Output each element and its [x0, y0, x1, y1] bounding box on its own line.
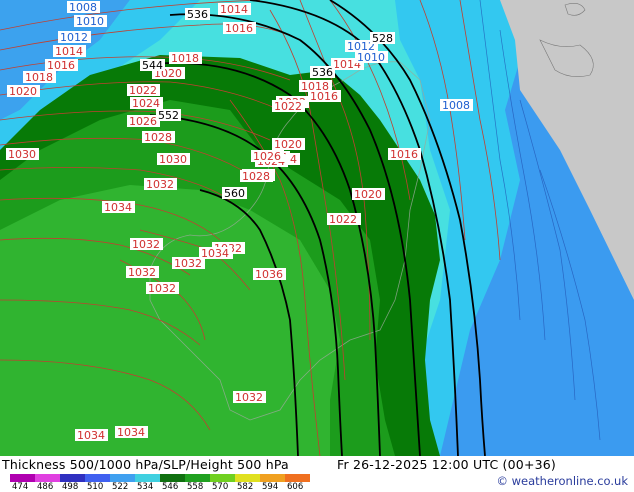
isobar-label: 1030 [159, 153, 187, 166]
isobar-label: 1008 [69, 1, 97, 14]
isobar-label: 1032 [174, 257, 202, 270]
isobar-label: 1016 [310, 90, 338, 103]
scale-swatch [260, 474, 285, 482]
source-credit[interactable]: © weatheronline.co.uk [496, 474, 628, 488]
isobar-label: 1032 [148, 282, 176, 295]
isobar-label: 1012 [60, 31, 88, 44]
scale-label: 534 [137, 482, 154, 492]
scale-label: 546 [162, 482, 179, 492]
scale-label: 594 [262, 482, 279, 492]
isobar-label: 1010 [357, 51, 385, 64]
height-label: 552 [158, 109, 179, 122]
forecast-datetime: Fr 26-12-2025 12:00 UTC (00+36) [337, 457, 556, 472]
scale-label: 498 [62, 482, 79, 492]
thickness-color-scale [10, 474, 310, 482]
isobar-label: 1014 [55, 45, 83, 58]
scale-label: 582 [237, 482, 254, 492]
isobar-label: 1032 [235, 391, 263, 404]
height-label: 560 [224, 187, 245, 200]
map-canvas: 1008 1010 1012 1014 1016 1018 1020 1022 … [0, 0, 634, 456]
isobar-label: 1032 [128, 266, 156, 279]
isobar-label: 1034 [117, 426, 145, 439]
isobar-label: 1026 [253, 150, 281, 163]
isobar-label: 1030 [8, 148, 36, 161]
scale-swatch [160, 474, 185, 482]
scale-swatch [185, 474, 210, 482]
thickness-scale-labels: 474 486 498 510 522 534 546 558 570 582 594 606 [6, 482, 326, 492]
scale-swatch [85, 474, 110, 482]
scale-swatch [60, 474, 85, 482]
scale-label: 510 [87, 482, 104, 492]
isobar-label: 1024 [132, 97, 160, 110]
scale-label: 606 [287, 482, 304, 492]
isobar-label: 1036 [255, 268, 283, 281]
height-label: 536 [312, 66, 333, 79]
scale-label: 486 [37, 482, 54, 492]
isobar-label: 1032 [132, 238, 160, 251]
height-label: 544 [142, 59, 163, 72]
isobar-label: 1014 [220, 3, 248, 16]
scale-swatch [210, 474, 235, 482]
isobar-label: 1018 [171, 52, 199, 65]
isobar-label: 1020 [354, 188, 382, 201]
isobar-label: 1020 [9, 85, 37, 98]
scale-swatch [135, 474, 160, 482]
isobar-label: 1016 [390, 148, 418, 161]
scale-label: 570 [212, 482, 229, 492]
map-title: Thickness 500/1000 hPa/SLP/Height 500 hP… [2, 457, 289, 472]
isobar-label: 1028 [144, 131, 172, 144]
isobar-label: 1034 [201, 247, 229, 260]
scale-label: 474 [12, 482, 29, 492]
scale-swatch [235, 474, 260, 482]
height-label: 528 [372, 32, 393, 45]
isobar-label: 1022 [129, 84, 157, 97]
isobar-label: 1022 [274, 100, 302, 113]
isobar-label: 1010 [76, 15, 104, 28]
isobar-label: 1028 [242, 170, 270, 183]
weather-map: 1008 1010 1012 1014 1016 1018 1020 1022 … [0, 0, 634, 456]
scale-label: 522 [112, 482, 129, 492]
isobar-label: 1016 [225, 22, 253, 35]
map-footer: Thickness 500/1000 hPa/SLP/Height 500 hP… [0, 456, 634, 492]
scale-swatch [10, 474, 35, 482]
isobar-label: 1008 [442, 99, 470, 112]
isobar-label: 1034 [104, 201, 132, 214]
height-label: 536 [187, 8, 208, 21]
scale-label: 558 [187, 482, 204, 492]
isobar-label: 1032 [146, 178, 174, 191]
isobar-label: 1022 [329, 213, 357, 226]
isobar-label: 1034 [77, 429, 105, 442]
scale-swatch [35, 474, 60, 482]
scale-swatch [285, 474, 310, 482]
isobar-label: 1026 [129, 115, 157, 128]
isobar-label: 1018 [25, 71, 53, 84]
scale-swatch [110, 474, 135, 482]
